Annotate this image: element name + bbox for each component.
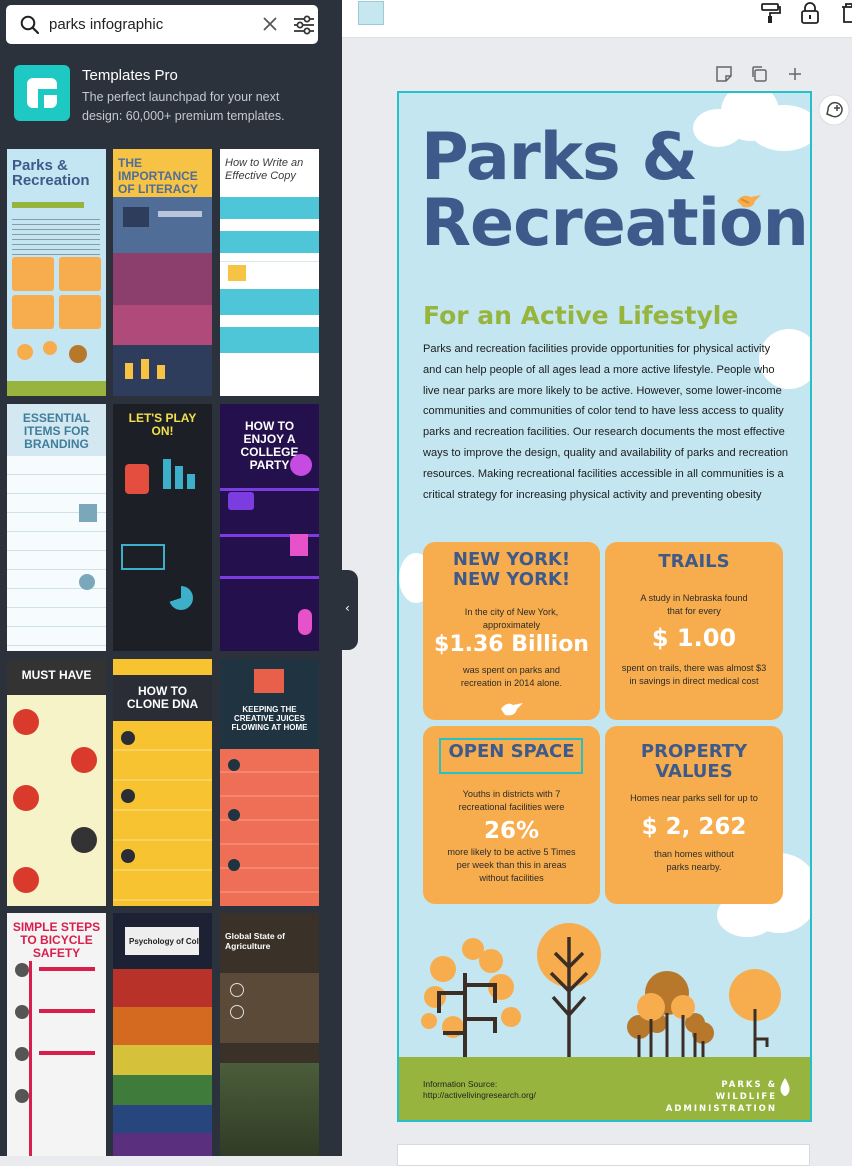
- page-notes-icon[interactable]: [715, 65, 733, 83]
- next-page-preview[interactable]: [397, 1144, 810, 1166]
- stat-card[interactable]: OPEN SPACE Youths in districts with 7 re…: [423, 726, 600, 904]
- stat-card[interactable]: PROPERTY VALUES Homes near parks sell fo…: [605, 726, 783, 904]
- design-subtitle[interactable]: For an Active Lifestyle: [423, 301, 738, 330]
- search-bar: [6, 5, 318, 44]
- template-title: Global State of Agriculture: [225, 931, 285, 951]
- template-thumbnail[interactable]: How to Write an Effective Copy: [220, 149, 319, 396]
- template-title: KEEPING THE CREATIVE JUICES FLOWING AT H…: [231, 705, 308, 732]
- clear-search-icon[interactable]: [262, 16, 278, 32]
- leaf-icon: [780, 1078, 790, 1096]
- stat-card-text: spent on trails, there was almost $3 in …: [621, 663, 767, 686]
- template-thumbnail[interactable]: SIMPLE STEPS TO BICYCLE SAFETY: [7, 913, 106, 1156]
- template-thumbnail[interactable]: Global State of Agriculture: [220, 913, 319, 1156]
- template-thumbnail[interactable]: HOW TO CLONE DNA: [113, 659, 212, 906]
- template-thumbnail[interactable]: MUST HAVE: [7, 659, 106, 906]
- template-thumbnail[interactable]: Parks & Recreation: [7, 149, 106, 396]
- trees-illustration: [421, 923, 781, 1057]
- bird-icon: [501, 703, 523, 716]
- template-sidebar: Templates Pro The perfect launchpad for …: [0, 0, 342, 1156]
- stat-card-value: $ 1.00: [651, 624, 737, 652]
- stat-card-text: Youths in districts with 7 recreational …: [458, 789, 565, 812]
- text-selection-box[interactable]: [439, 738, 583, 774]
- stat-card-text: A study in Nebraska found that for every: [640, 593, 748, 616]
- templates-pro-logo[interactable]: [14, 65, 70, 121]
- paint-roller-icon[interactable]: [760, 2, 782, 24]
- stat-card-text: was spent on parks and recreation in 201…: [460, 665, 563, 688]
- search-input[interactable]: [49, 14, 249, 34]
- templates-pro-description: The perfect launchpad for your next desi…: [82, 90, 285, 123]
- stat-card-value: 26%: [483, 818, 540, 844]
- stat-card[interactable]: TRAILS A study in Nebraska found that fo…: [605, 542, 783, 720]
- bird-icon: [737, 195, 761, 208]
- template-thumbnail[interactable]: Psychology of Color: [113, 913, 212, 1156]
- template-title: ESSENTIAL ITEMS FOR BRANDING: [22, 411, 91, 451]
- stat-card-heading: PROPERTY VALUES: [640, 741, 748, 782]
- template-thumbnail[interactable]: LET'S PLAY ON!: [113, 404, 212, 651]
- filter-sliders-icon[interactable]: [293, 15, 315, 35]
- stat-card-text: Homes near parks sell for up to: [630, 793, 758, 803]
- chevron-left-icon: ‹: [345, 601, 350, 615]
- stat-card[interactable]: NEW YORK! NEW YORK! In the city of New Y…: [423, 542, 600, 720]
- comment-add-icon[interactable]: [818, 94, 850, 126]
- add-page-icon[interactable]: [787, 65, 803, 83]
- template-title: How to Write an Effective Copy: [225, 157, 304, 182]
- stat-card-text: In the city of New York, approximately: [464, 607, 559, 630]
- design-body-text[interactable]: Parks and recreation facilities provide …: [423, 339, 789, 505]
- template-title: LET'S PLAY ON!: [128, 411, 197, 438]
- template-title: MUST HAVE: [21, 668, 92, 682]
- template-title: SIMPLE STEPS TO BICYCLE SAFETY: [12, 920, 101, 960]
- templates-pro-title[interactable]: Templates Pro: [82, 67, 178, 84]
- stat-card-heading: NEW YORK! NEW YORK!: [452, 549, 571, 590]
- template-title: Parks & Recreation: [12, 157, 90, 189]
- stat-card-value: $ 2, 262: [641, 814, 747, 840]
- stat-card-text: than homes without parks nearby.: [654, 849, 734, 872]
- template-title: Psychology of Color: [129, 937, 207, 946]
- brand-name: PARKS & WILDLIFE ADMINISTRATION: [665, 1080, 777, 1114]
- template-thumbnail[interactable]: ESSENTIAL ITEMS FOR BRANDING: [7, 404, 106, 651]
- template-thumbnail[interactable]: HOW TO ENJOY A COLLEGE PARTY: [220, 404, 319, 651]
- templates-pro-icon: [27, 78, 57, 108]
- template-title: HOW TO CLONE DNA: [126, 684, 199, 711]
- template-thumbnail[interactable]: KEEPING THE CREATIVE JUICES FLOWING AT H…: [220, 659, 319, 906]
- duplicate-page-icon[interactable]: [750, 65, 768, 83]
- design-page[interactable]: Parks & Recreation For an Active Lifesty…: [397, 91, 812, 1122]
- source-url: http://activelivingresearch.org/: [423, 1090, 536, 1100]
- stat-card-text: more likely to be active 5 Times per wee…: [447, 847, 576, 883]
- source-label: Information Source:: [423, 1079, 498, 1089]
- design-footer[interactable]: Information Source: http://activelivingr…: [399, 1057, 810, 1120]
- collapse-sidebar-button[interactable]: ‹: [342, 570, 358, 650]
- trash-icon[interactable]: [840, 2, 852, 24]
- background-color-swatch[interactable]: [358, 1, 384, 25]
- template-thumbnail[interactable]: THE IMPORTANCE OF LITERACY: [113, 149, 212, 396]
- template-title: THE IMPORTANCE OF LITERACY: [118, 156, 198, 196]
- lock-icon[interactable]: [800, 2, 820, 24]
- stat-card-value: $1.36 Billion: [434, 632, 589, 657]
- stat-card-heading: TRAILS: [658, 551, 730, 572]
- search-icon: [20, 15, 40, 35]
